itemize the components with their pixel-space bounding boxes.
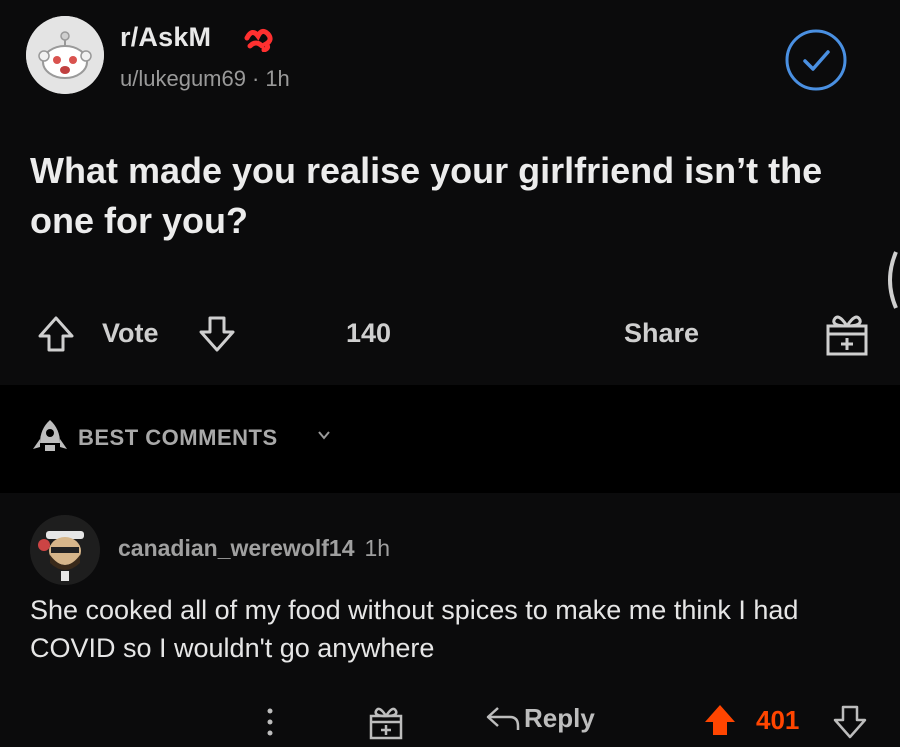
comment: canadian_werewolf14 1h She cooked all of … <box>0 493 900 747</box>
reply-label: Reply <box>524 703 595 733</box>
rocket-icon <box>33 420 67 451</box>
comment-body: She cooked all of my food without spices… <box>30 595 799 663</box>
subreddit-avatar[interactable] <box>26 16 104 94</box>
edge-artifact <box>888 251 898 309</box>
upvote-button[interactable] <box>34 312 78 356</box>
downvote-button[interactable] <box>195 312 239 356</box>
snoo-avatar-icon <box>26 16 104 94</box>
comment-award-button[interactable] <box>366 703 406 741</box>
commenter-avatar[interactable] <box>30 515 100 585</box>
reply-button[interactable]: Reply <box>484 703 595 734</box>
comment-username[interactable]: canadian_werewolf14 <box>118 535 355 561</box>
comment-upvote-button[interactable] <box>700 701 740 741</box>
mod-check-icon[interactable] <box>784 28 848 92</box>
comment-time: 1h <box>364 535 391 561</box>
upvote-icon <box>38 316 74 352</box>
chevron-down-icon <box>318 431 330 440</box>
byline-separator: · <box>251 66 260 91</box>
share-button[interactable]: Share <box>624 318 699 349</box>
post-time: 1h <box>265 66 290 91</box>
comment-score: 401 <box>756 705 800 735</box>
subreddit-name[interactable]: r/AskM <box>120 22 211 53</box>
post-title[interactable]: What made you realise your girlfriend is… <box>30 146 860 246</box>
more-icon <box>267 708 273 736</box>
author-link[interactable]: u/lukegum69 <box>120 66 246 91</box>
award-button[interactable] <box>822 310 872 358</box>
sort-label: BEST COMMENTS <box>78 425 278 450</box>
post-byline: u/lukegum69 · 1h <box>120 66 290 92</box>
more-options-button[interactable] <box>262 705 278 739</box>
comment-downvote-button[interactable] <box>830 701 870 741</box>
vote-label: Vote <box>102 318 159 348</box>
redaction-scribble <box>244 28 273 52</box>
downvote-icon <box>199 316 235 352</box>
award-icon <box>826 315 868 356</box>
reply-icon <box>486 706 520 730</box>
user-avatar-icon <box>30 515 100 585</box>
post-action-bar: Vote 140 Share <box>0 308 900 360</box>
downvote-icon <box>833 705 867 739</box>
post-card: r/AskM u/lukegum69 · 1h What made you real… <box>0 0 900 385</box>
comment-action-bar: Reply 401 <box>0 701 900 741</box>
comment-meta: canadian_werewolf14 1h <box>118 535 390 562</box>
award-icon <box>369 707 403 740</box>
comments-count[interactable]: 140 <box>346 318 391 349</box>
comments-sort-bar[interactable]: BEST COMMENTS <box>0 385 900 493</box>
upvote-icon <box>705 705 735 735</box>
